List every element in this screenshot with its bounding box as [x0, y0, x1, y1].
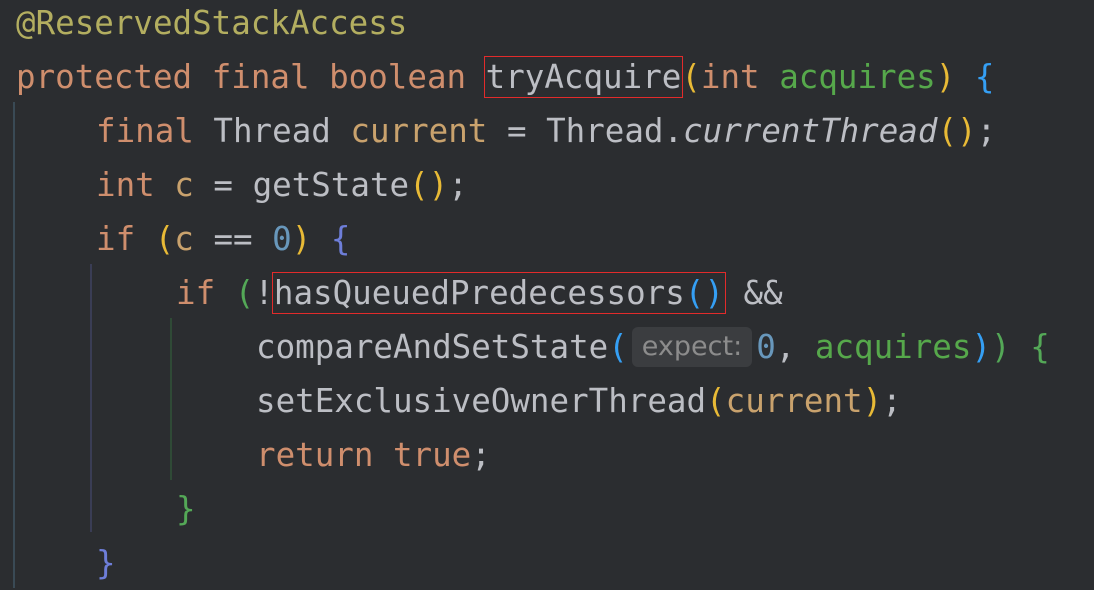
keyword-token: int	[96, 166, 155, 204]
paren: )	[991, 328, 1011, 366]
parameter-token: acquires	[814, 328, 972, 366]
code-line-1: @ReservedStackAccess	[16, 0, 407, 50]
variable-token: c	[174, 166, 194, 204]
code-line-3: final Thread current = Thread.currentThr…	[96, 112, 997, 150]
paren: (	[608, 328, 628, 366]
annotation-token: @ReservedStackAccess	[16, 4, 408, 42]
variable-token: c	[174, 220, 194, 258]
code-line-5: if (c == 0) {	[96, 220, 351, 258]
code-line-6: if (!hasQueuedPredecessors() &&	[176, 272, 783, 314]
brace: }	[176, 490, 196, 528]
method-call-token: setExclusiveOwnerThread	[256, 382, 707, 420]
keyword-token: return	[256, 436, 374, 474]
has-queued-predecessors-highlighted[interactable]: hasQueuedPredecessors()	[271, 272, 726, 314]
paren: ()	[684, 274, 724, 312]
code-line-11: }	[96, 536, 116, 590]
keyword-token: final	[96, 112, 194, 150]
paren: (	[234, 274, 255, 312]
type-token: Thread	[213, 112, 331, 150]
method-call-token: currentThread	[683, 112, 938, 150]
code-editor[interactable]: @ReservedStackAccess protected final boo…	[0, 0, 1094, 588]
operator-token: &&	[743, 274, 783, 312]
paren: (	[154, 220, 175, 258]
paren: (	[706, 382, 726, 420]
keyword-token: final	[211, 58, 310, 96]
brace: }	[96, 544, 116, 582]
paren: ()	[937, 112, 977, 150]
paren: ()	[409, 166, 449, 204]
indent-guide	[90, 264, 92, 532]
variable-token: current	[350, 112, 488, 150]
method-name-highlighted[interactable]: tryAcquire	[483, 56, 684, 98]
method-call-token: getState	[252, 166, 410, 204]
indent-guide	[13, 102, 15, 588]
brace: {	[1030, 328, 1050, 366]
parameter-hint: expect:	[631, 327, 753, 367]
keyword-token: if	[176, 274, 216, 312]
paren: )	[862, 382, 883, 420]
code-line-4: int c = getState();	[96, 166, 468, 204]
number-token: 0	[272, 220, 292, 258]
method-call-token: compareAndSetState	[256, 328, 609, 366]
code-line-7: compareAndSetState(expect: 0, acquires)) …	[256, 327, 1050, 367]
method-call-token: hasQueuedPredecessors	[273, 274, 685, 312]
code-line-8: setExclusiveOwnerThread(current);	[256, 382, 902, 420]
paren: (	[681, 58, 701, 96]
number-token: 0	[756, 328, 776, 366]
keyword-token: true	[392, 436, 472, 474]
brace: {	[974, 58, 995, 96]
code-line-9: return true;	[256, 436, 491, 474]
code-line-10: }	[176, 482, 196, 536]
keyword-token: boolean	[329, 58, 467, 96]
code-line-2: protected final boolean tryAcquire(int a…	[16, 50, 994, 104]
paren: )	[971, 328, 992, 366]
variable-token: current	[725, 382, 863, 420]
keyword-token: if	[96, 220, 136, 258]
keyword-token: int	[700, 58, 760, 96]
class-token: Thread	[546, 112, 664, 150]
paren: )	[935, 58, 956, 96]
keyword-token: protected	[16, 58, 193, 96]
indent-guide	[170, 318, 172, 480]
brace: {	[330, 220, 351, 258]
parameter-token: acquires	[779, 58, 936, 96]
paren: )	[291, 220, 312, 258]
